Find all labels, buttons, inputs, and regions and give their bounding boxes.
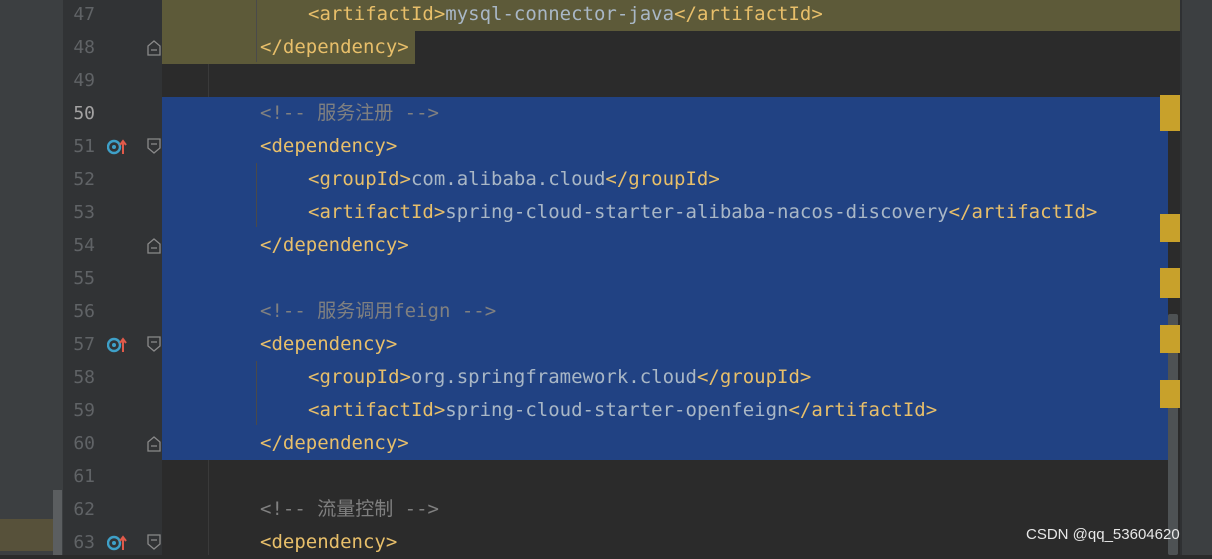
xml-comment: <!-- 服务注册 --> [260,102,439,124]
stripe-marker[interactable] [1160,380,1180,408]
code-line[interactable]: <artifactId>spring-cloud-starter-alibaba… [0,196,1180,229]
code-text: <!-- 服务调用feign --> [260,295,496,328]
code-text: </dependency> [260,31,409,64]
xml-tag-open: <groupId> [308,168,411,190]
code-line[interactable]: <!-- 流量控制 --> [0,493,1180,526]
xml-value: org.springframework.cloud [410,366,697,388]
xml-value: com.alibaba.cloud [410,168,606,190]
code-text: </dependency> [260,229,409,262]
xml-tag-open: <artifactId> [308,3,446,25]
code-line[interactable] [0,460,1180,493]
code-text: <!-- 服务注册 --> [260,97,439,130]
xml-tag-open: <artifactId> [308,201,446,223]
xml-tag-open: <artifactId> [308,399,446,421]
indent-guide [256,163,257,227]
indent-guide [256,361,257,425]
code-line[interactable]: <artifactId>spring-cloud-starter-openfei… [0,394,1180,427]
code-line[interactable] [0,262,1180,295]
code-line[interactable]: <artifactId>mysql-connector-java</artifa… [0,0,1180,31]
xml-tag-close: </artifactId> [788,399,938,421]
xml-tag-close: </groupId> [605,168,720,190]
xml-tag-open: </dependency> [260,234,409,256]
maven-override-icon[interactable] [107,534,127,552]
code-text: <artifactId>mysql-connector-java</artifa… [308,0,823,31]
fold-marker-icon[interactable] [146,335,162,354]
code-line[interactable]: <!-- 服务调用feign --> [0,295,1180,328]
xml-comment: <!-- 流量控制 --> [260,498,439,520]
error-stripe[interactable] [1180,0,1212,555]
xml-tag-open: <dependency> [260,531,398,553]
stripe-marker[interactable] [1160,268,1180,298]
xml-tag-open: <dependency> [260,333,398,355]
code-line[interactable]: </dependency> [0,229,1180,262]
watermark: CSDN @qq_53604620 [1026,526,1180,543]
fold-marker-icon[interactable] [146,533,162,552]
xml-value: spring-cloud-starter-openfeign [445,399,789,421]
code-text: <artifactId>spring-cloud-starter-openfei… [308,394,937,427]
xml-tag-open: <groupId> [308,366,411,388]
xml-tag-close: </artifactId> [674,3,823,25]
stripe-marker[interactable] [1160,95,1180,131]
code-text: <artifactId>spring-cloud-starter-alibaba… [308,196,1097,229]
code-line[interactable]: </dependency> [0,31,1180,64]
xml-value: spring-cloud-starter-alibaba-nacos-disco… [445,201,949,223]
stripe-marker[interactable] [1160,214,1180,242]
maven-override-icon[interactable] [107,138,127,156]
xml-value: mysql-connector-java [445,3,675,25]
code-line[interactable]: <dependency> [0,130,1180,163]
maven-override-icon[interactable] [107,336,127,354]
code-line[interactable]: <groupId>org.springframework.cloud</grou… [0,361,1180,394]
code-text: <groupId>com.alibaba.cloud</groupId> [308,163,720,196]
fold-marker-icon[interactable] [146,236,162,255]
xml-tag-open: </dependency> [260,36,409,58]
code-text: </dependency> [260,427,409,460]
xml-comment: <!-- 服务调用feign --> [260,300,497,322]
xml-tag-open: </dependency> [260,432,409,454]
code-line[interactable]: <dependency> [0,526,1180,559]
code-line[interactable]: <!-- 服务注册 --> [0,97,1180,130]
code-text: <groupId>org.springframework.cloud</grou… [308,361,811,394]
fold-marker-icon[interactable] [146,38,162,57]
xml-tag-open: <dependency> [260,135,398,157]
code-line[interactable]: <groupId>com.alibaba.cloud</groupId> [0,163,1180,196]
code-line[interactable]: </dependency> [0,427,1180,460]
fold-marker-icon[interactable] [146,137,162,156]
xml-tag-close: </groupId> [696,366,812,388]
code-text: <dependency> [260,526,397,559]
code-line[interactable] [0,64,1180,97]
code-text: <dependency> [260,130,397,163]
fold-marker-icon[interactable] [146,434,162,453]
indent-guide [256,0,257,62]
code-line[interactable]: <dependency> [0,328,1180,361]
code-text: <dependency> [260,328,397,361]
xml-tag-close: </artifactId> [948,201,1098,223]
code-text: <!-- 流量控制 --> [260,493,439,526]
stripe-marker[interactable] [1160,325,1180,353]
